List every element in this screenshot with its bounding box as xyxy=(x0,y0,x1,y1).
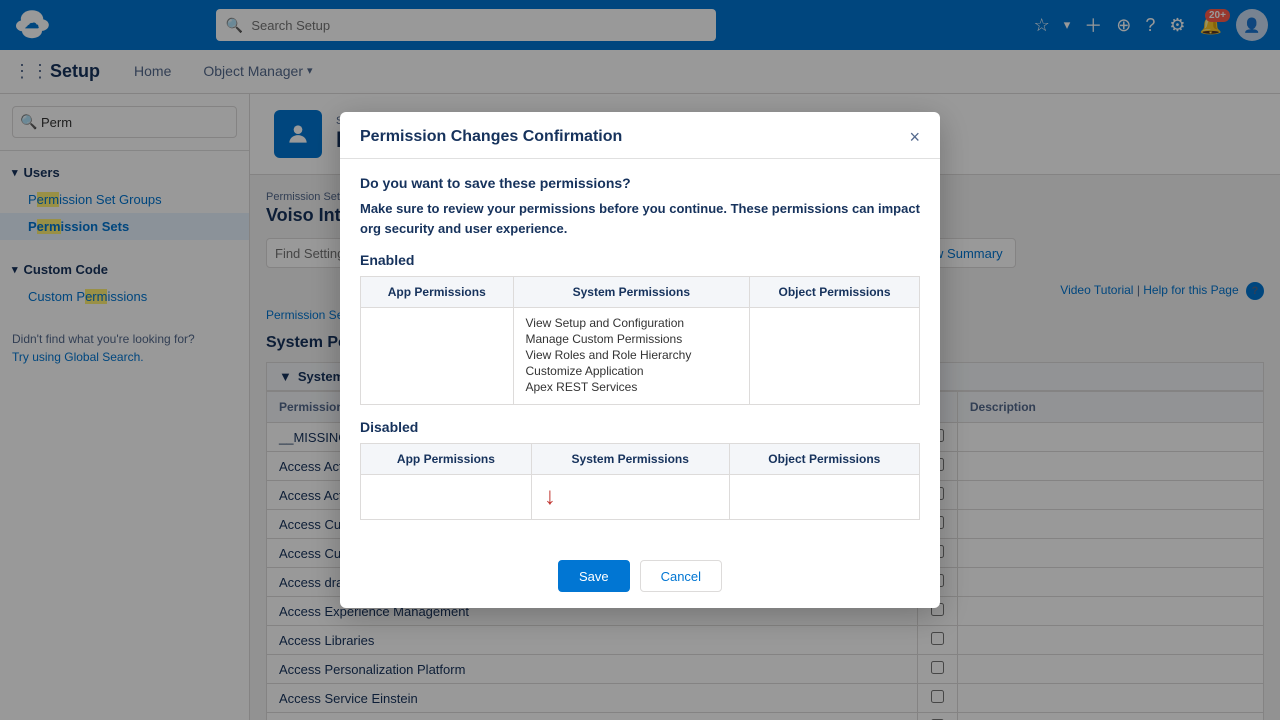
disabled-sys-perm-cell: ↓ xyxy=(531,475,729,520)
modal-overlay: Permission Changes Confirmation × Do you… xyxy=(0,0,1280,720)
enabled-label: Enabled xyxy=(360,252,920,268)
modal-close-button[interactable]: × xyxy=(909,128,920,146)
disabled-label: Disabled xyxy=(360,419,920,435)
modal-title: Permission Changes Confirmation xyxy=(360,128,622,146)
modal-body: Do you want to save these permissions? M… xyxy=(340,159,940,550)
enabled-permissions-row: View Setup and Configuration Manage Custo… xyxy=(361,308,920,405)
enabled-obj-perm-header: Object Permissions xyxy=(750,277,920,308)
enabled-app-perm-header: App Permissions xyxy=(361,277,514,308)
list-item: Apex REST Services xyxy=(526,380,738,394)
disabled-app-perm-cell xyxy=(361,475,532,520)
enabled-permissions-table: App Permissions System Permissions Objec… xyxy=(360,276,920,405)
modal-header: Permission Changes Confirmation × xyxy=(340,112,940,159)
disabled-obj-perm-header: Object Permissions xyxy=(729,444,919,475)
list-item: Customize Application xyxy=(526,364,738,378)
disabled-permissions-row: ↓ xyxy=(361,475,920,520)
arrow-indicator: ↓ xyxy=(544,483,556,511)
modal-save-button[interactable]: Save xyxy=(558,560,630,592)
list-item: Manage Custom Permissions xyxy=(526,332,738,346)
disabled-app-perm-header: App Permissions xyxy=(361,444,532,475)
disabled-permissions-table: App Permissions System Permissions Objec… xyxy=(360,443,920,520)
permission-changes-modal: Permission Changes Confirmation × Do you… xyxy=(340,112,940,608)
modal-footer: Save Cancel xyxy=(340,550,940,608)
list-item: View Setup and Configuration xyxy=(526,316,738,330)
modal-warning: Make sure to review your permissions bef… xyxy=(360,199,920,238)
enabled-sys-perm-header: System Permissions xyxy=(513,277,750,308)
enabled-app-perm-cell xyxy=(361,308,514,405)
list-item: View Roles and Role Hierarchy xyxy=(526,348,738,362)
enabled-sys-perm-cell: View Setup and Configuration Manage Custo… xyxy=(513,308,750,405)
enabled-obj-perm-cell xyxy=(750,308,920,405)
disabled-sys-perm-header: System Permissions xyxy=(531,444,729,475)
modal-question: Do you want to save these permissions? xyxy=(360,175,920,191)
modal-cancel-button[interactable]: Cancel xyxy=(640,560,722,592)
disabled-obj-perm-cell xyxy=(729,475,919,520)
